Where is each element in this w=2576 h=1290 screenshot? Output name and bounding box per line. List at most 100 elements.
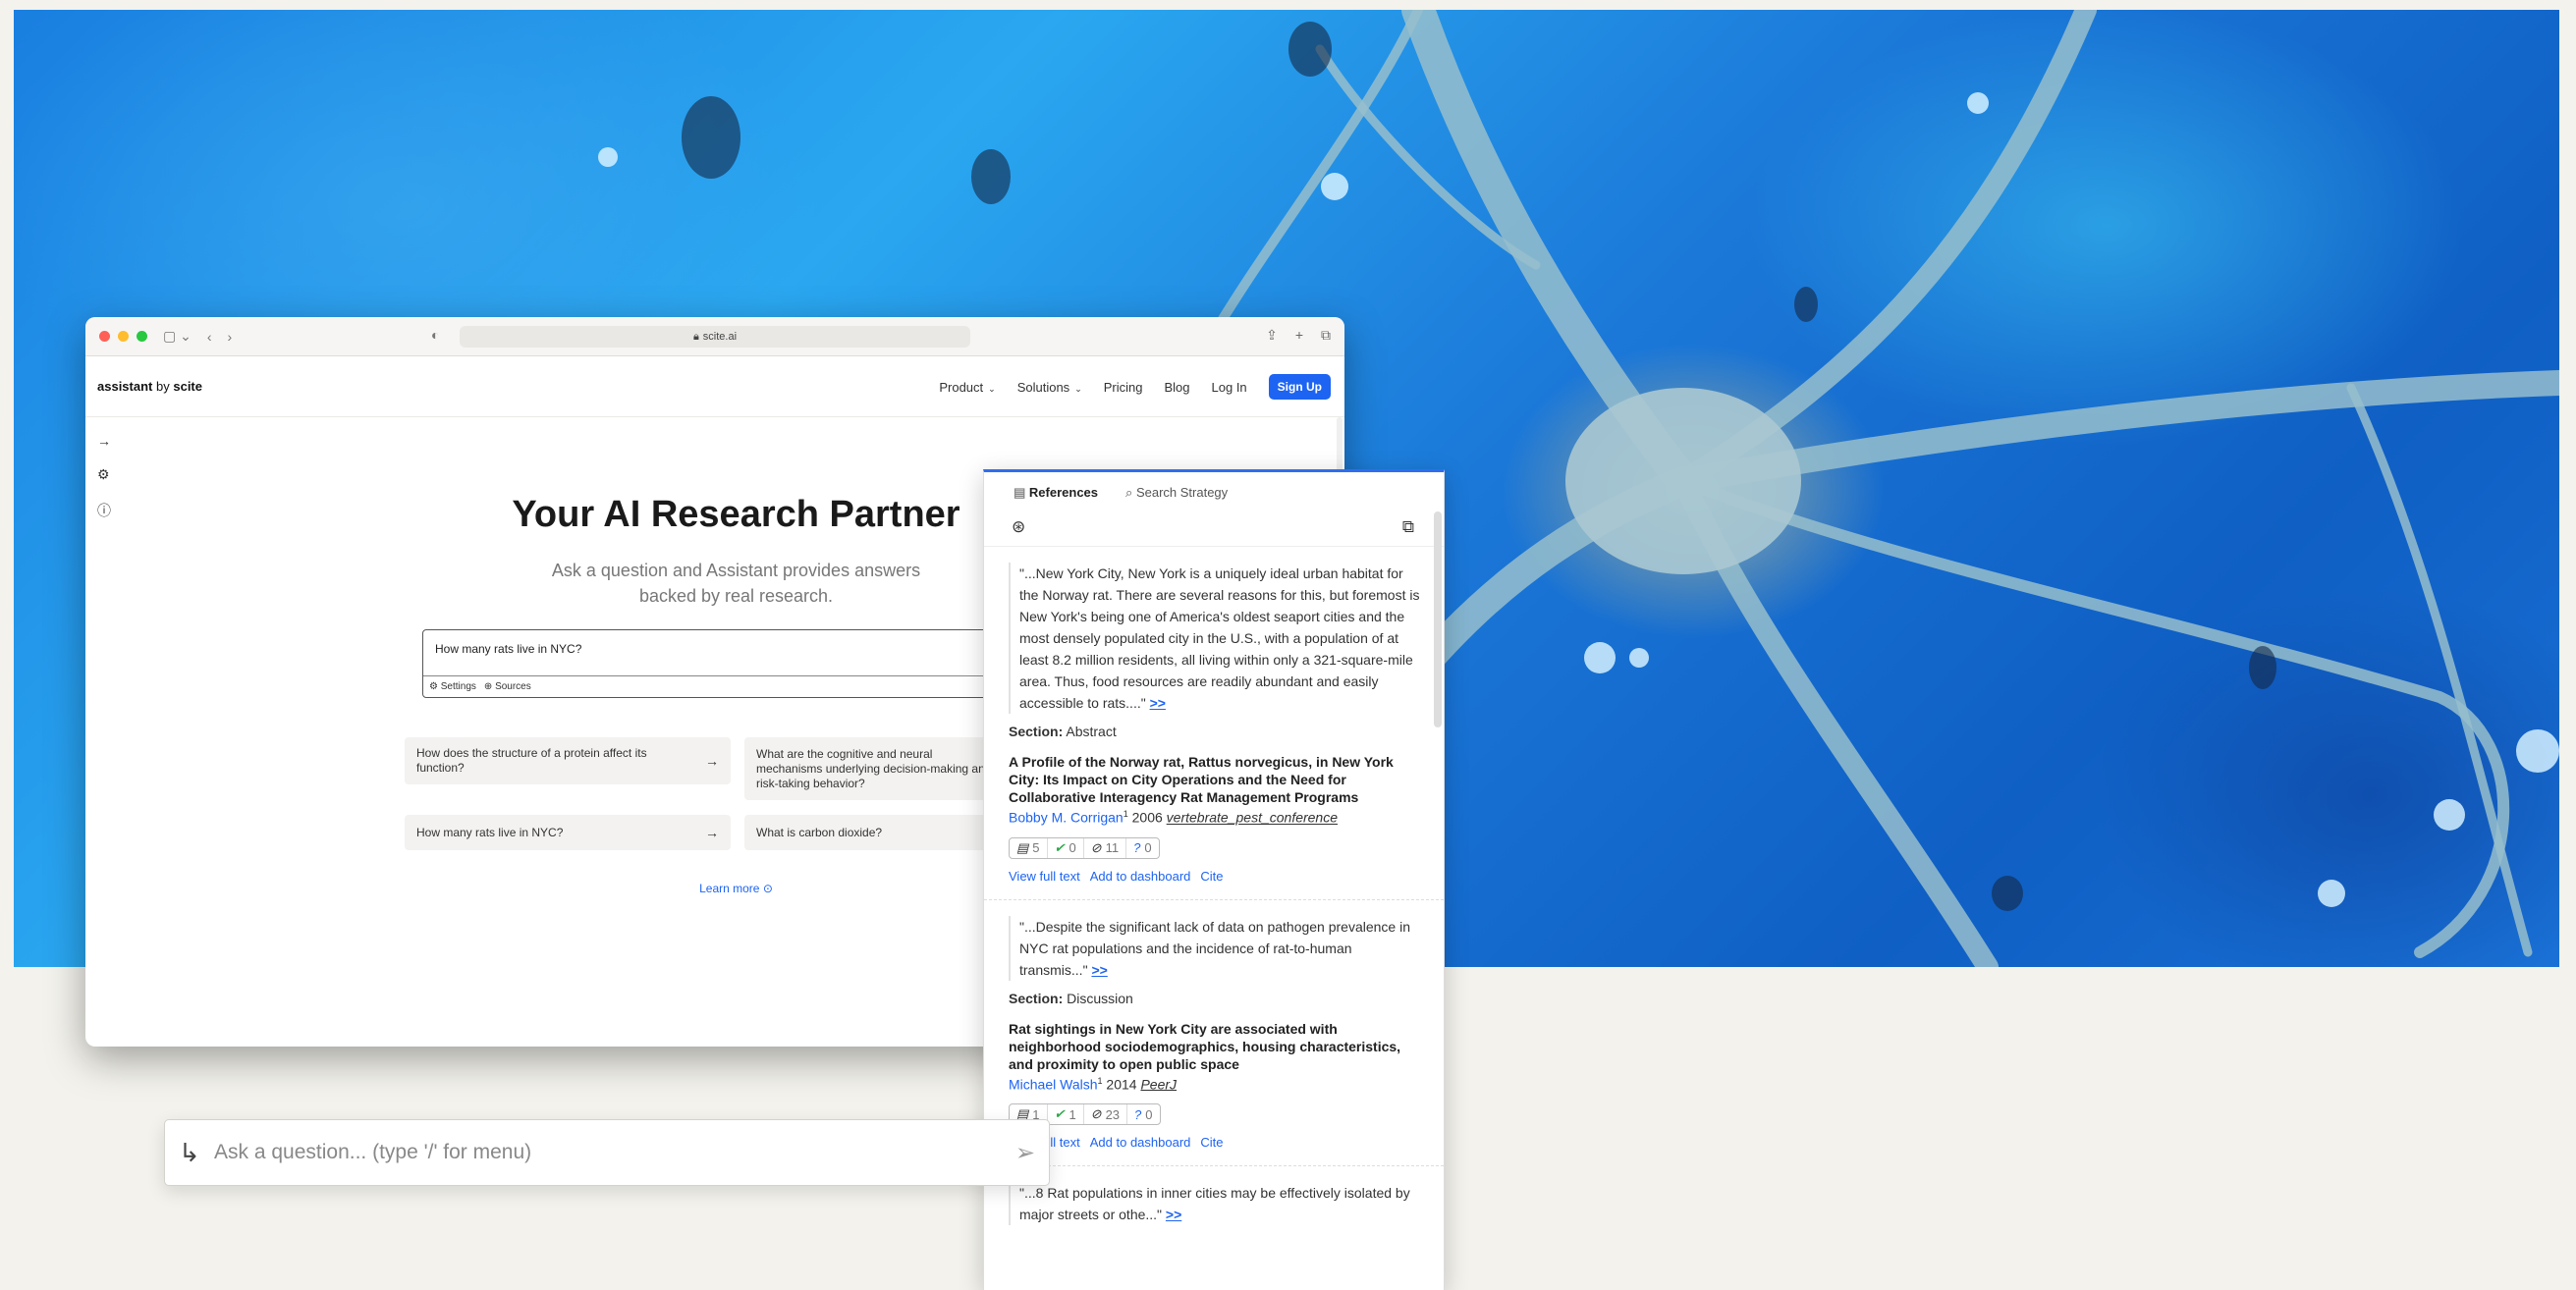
new-tab-icon[interactable]: + (1295, 327, 1303, 344)
tab-overview-icon[interactable]: ⧉ (1321, 327, 1331, 344)
collapse-arrow-icon[interactable]: ⊛ (1012, 517, 1025, 537)
logo-by: by (156, 379, 170, 394)
nav-solutions[interactable]: Solutions ⌄ (1017, 380, 1082, 395)
send-icon[interactable]: ➢ (1015, 1139, 1035, 1167)
url-bar[interactable]: 🔒︎ scite.ai (460, 326, 970, 348)
nav-pricing[interactable]: Pricing (1104, 380, 1143, 395)
expand-quote-link[interactable]: >> (1091, 962, 1107, 978)
maximize-window-button[interactable] (137, 331, 147, 342)
question-circle-icon: ? (1133, 840, 1141, 856)
privacy-shield-icon[interactable]: ◐ (431, 327, 439, 343)
reference-year: 2006 (1131, 809, 1163, 826)
nav-login[interactable]: Log In (1212, 380, 1247, 395)
arrow-right-icon: → (705, 824, 719, 840)
search-icon: ⌕ (1125, 485, 1133, 500)
lock-icon: 🔒︎ (692, 330, 699, 343)
enter-arrow-icon: ↳ (179, 1137, 200, 1167)
tally-value: 0 (1069, 840, 1076, 856)
ask-question-input[interactable]: Ask a question... (type '/' for menu) (214, 1141, 1015, 1164)
suggestion-card[interactable]: How does the structure of a protein affe… (405, 737, 731, 784)
tally-value: 1 (1069, 1106, 1076, 1122)
suggestion-card[interactable]: How many rats live in NYC? → (405, 815, 731, 850)
reference-title[interactable]: A Profile of the Norway rat, Rattus norv… (1009, 753, 1420, 806)
gear-icon[interactable]: ⚙ (97, 466, 111, 483)
reference-quote: "...New York City, New York is a uniquel… (1009, 563, 1420, 714)
settings-option[interactable]: ⚙ Settings (429, 681, 476, 692)
check-circle-icon: ✔ (1054, 839, 1066, 855)
sidebar-toggle-icon[interactable]: ▢ ⌄ (163, 328, 192, 345)
nav-blog[interactable]: Blog (1164, 380, 1189, 395)
cite-link[interactable]: Cite (1200, 869, 1223, 884)
reference-author[interactable]: Michael Walsh (1009, 1076, 1098, 1092)
sources-label: Sources (495, 681, 531, 692)
tab-references[interactable]: ▤ References (1014, 485, 1098, 501)
reference-card: "...New York City, New York is a uniquel… (984, 547, 1444, 900)
tally-value: 5 (1032, 840, 1040, 856)
logo-brand: scite (173, 379, 202, 394)
sources-option[interactable]: ⊕ Sources (484, 681, 531, 692)
reference-journal[interactable]: vertebrate_pest_conference (1167, 810, 1338, 826)
question-circle-icon: ? (1134, 1106, 1142, 1122)
add-to-dashboard-link[interactable]: Add to dashboard (1090, 869, 1191, 884)
gear-icon: ⚙ (429, 681, 438, 692)
references-toolbar: ⊛ ⧉ (984, 508, 1444, 547)
reference-card: "...8 Rat populations in inner cities ma… (984, 1166, 1444, 1241)
view-full-text-link[interactable]: View full text (1009, 869, 1080, 884)
reference-meta: Bobby M. Corrigan1 2006 vertebrate_pest_… (1009, 809, 1420, 826)
suggestion-text: What are the cognitive and neural mechan… (756, 747, 992, 790)
expand-quote-link[interactable]: >> (1166, 1207, 1181, 1222)
expand-quote-link[interactable]: >> (1150, 695, 1166, 711)
suggestion-text: What is carbon dioxide? (756, 825, 883, 839)
top-nav: Product ⌄ Solutions ⌄ Pricing Blog Log In … (939, 374, 1331, 400)
copy-icon[interactable]: ⧉ (1402, 517, 1414, 537)
reference-quote: "...Despite the significant lack of data… (1009, 915, 1420, 981)
cite-link[interactable]: Cite (1200, 1135, 1223, 1150)
expand-arrow-icon[interactable]: → (97, 433, 111, 449)
back-icon[interactable]: ‹ (207, 329, 212, 345)
ask-question-bar[interactable]: ↳ Ask a question... (type '/' for menu) … (164, 1119, 1050, 1186)
site-logo[interactable]: assistant by scite (97, 379, 202, 394)
tally-value: 23 (1105, 1106, 1121, 1122)
plus-circle-icon: ⊕ (483, 681, 493, 692)
author-superscript: 1 (1123, 809, 1128, 819)
quote-text: "...New York City, New York is a uniquel… (1019, 565, 1420, 711)
section-label: Section: (1009, 724, 1064, 739)
reference-author[interactable]: Bobby M. Corrigan (1009, 810, 1124, 826)
chevron-down-icon: ⌄ (1074, 383, 1082, 394)
tally-mentioning: ⊘ 11 (1084, 837, 1127, 858)
reference-actions: View full text Add to dashboard Cite (1009, 1135, 1420, 1150)
reference-journal[interactable]: PeerJ (1140, 1076, 1177, 1092)
close-window-button[interactable] (99, 331, 110, 342)
check-circle-icon: ✔ (1054, 1106, 1066, 1122)
tab-search-strategy[interactable]: ⌕ Search Strategy (1125, 485, 1228, 501)
add-to-dashboard-link[interactable]: Add to dashboard (1090, 1135, 1191, 1150)
forward-icon[interactable]: › (228, 329, 233, 345)
citation-tally[interactable]: ▤ 5 ✔ 0 ⊘ 11 ? 0 (1009, 836, 1160, 859)
section-value: Abstract (1066, 724, 1117, 739)
arrow-right-icon: → (705, 752, 719, 769)
reference-quote: "...8 Rat populations in inner cities ma… (1009, 1182, 1420, 1226)
tally-mentioning: ⊘ 23 (1084, 1104, 1128, 1125)
learn-more-label: Learn more (699, 882, 760, 895)
tally-contrasting: ? 0 (1126, 838, 1158, 858)
minimize-window-button[interactable] (118, 331, 129, 342)
settings-label: Settings (440, 681, 476, 692)
signup-button[interactable]: Sign Up (1268, 374, 1331, 400)
section-value: Discussion (1067, 990, 1133, 1006)
tab-references-label: References (1028, 485, 1099, 500)
references-scrollbar[interactable] (1434, 511, 1442, 727)
reference-title[interactable]: Rat sightings in New York City are assoc… (1009, 1020, 1420, 1073)
tally-publications: ▤ 5 (1010, 837, 1048, 858)
document-icon: ▤ (1014, 485, 1026, 500)
suggestion-text: How does the structure of a protein affe… (416, 746, 647, 775)
reference-meta: Michael Walsh1 2014 PeerJ (1009, 1076, 1420, 1093)
share-icon[interactable]: ⇪ (1266, 327, 1278, 344)
reference-section: Section: Abstract (1009, 724, 1420, 739)
tally-value: 0 (1144, 840, 1152, 856)
nav-product[interactable]: Product ⌄ (939, 380, 995, 395)
window-controls (99, 331, 147, 342)
suggestion-text: How many rats live in NYC? (416, 825, 564, 839)
tab-search-strategy-label: Search Strategy (1135, 485, 1229, 500)
browser-titlebar: ▢ ⌄ ‹ › ◐ 🔒︎ scite.ai ⇪ + ⧉ (85, 317, 1344, 356)
arrow-circle-icon: ⊙ (762, 882, 773, 895)
